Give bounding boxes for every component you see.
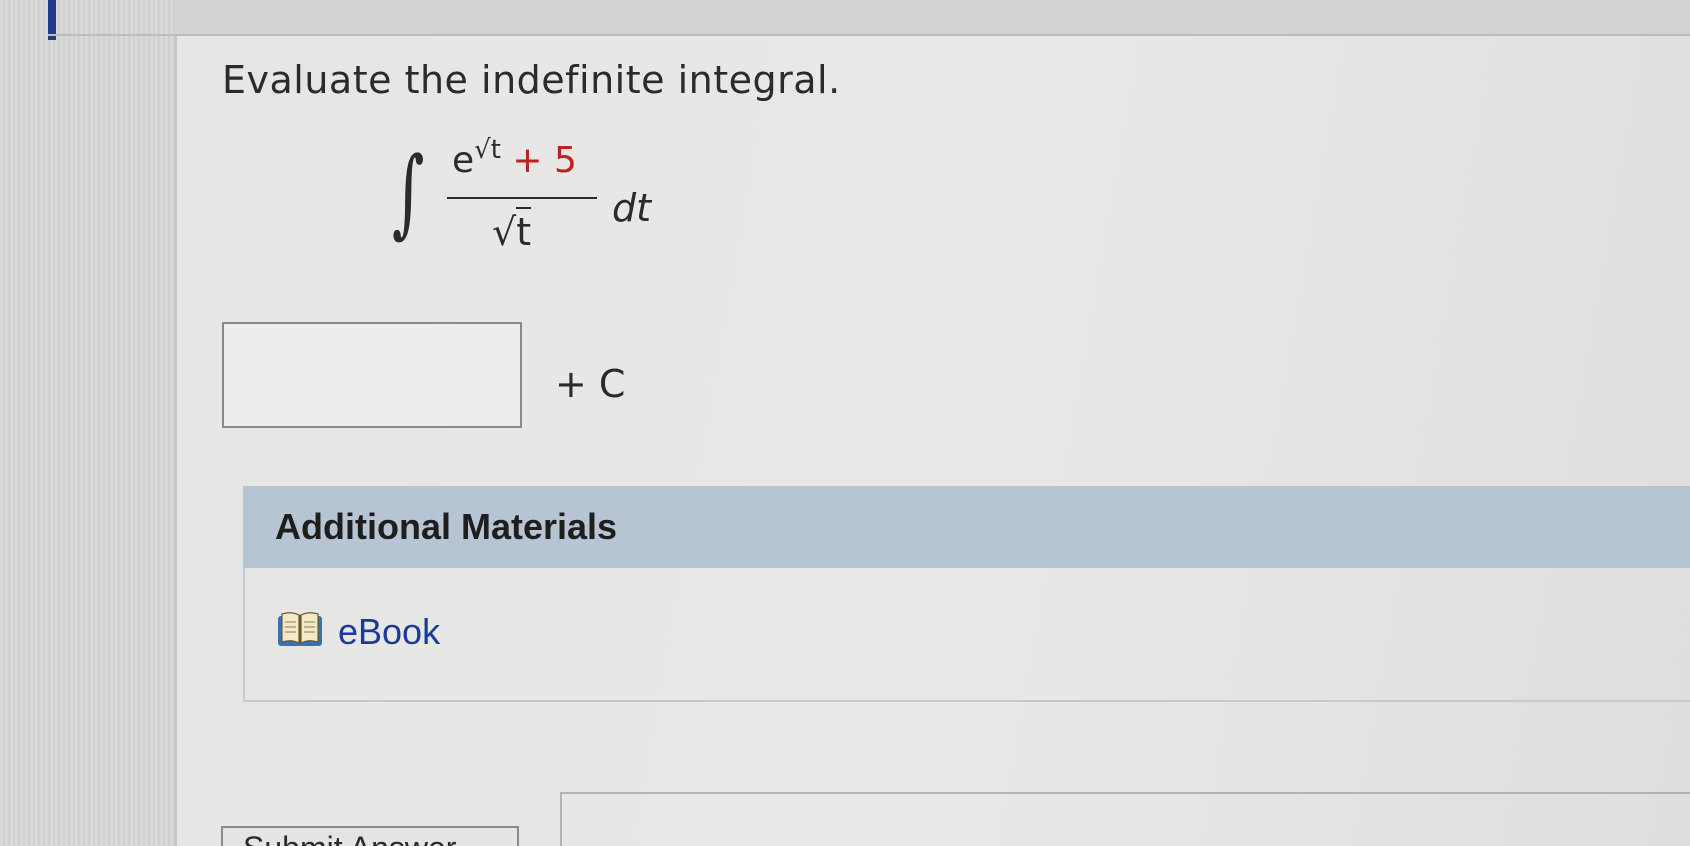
side-panel (560, 792, 1690, 846)
answer-input[interactable] (222, 322, 522, 428)
numerator-base: e (452, 140, 475, 181)
radical-sign: √ (492, 210, 517, 254)
integral-numerator: e√t + 5 (452, 135, 577, 181)
fraction-bar (447, 197, 597, 199)
book-icon (276, 610, 324, 654)
additional-materials-header: Additional Materials (243, 486, 1690, 568)
submit-answer-button[interactable]: Submit Answer (221, 826, 519, 846)
integral-sign: ∫ (392, 136, 425, 248)
ebook-link[interactable]: eBook (276, 610, 440, 654)
constant-of-integration: + C (555, 362, 626, 406)
differential: dt (612, 186, 652, 230)
numerator-constant: + 5 (512, 140, 577, 181)
additional-materials-body (243, 568, 1690, 702)
integral-denominator: √t (492, 207, 532, 254)
left-gutter (0, 0, 175, 846)
numerator-exponent: √t (474, 135, 501, 165)
question-prompt: Evaluate the indefinite integral. (222, 58, 841, 102)
ebook-label: eBook (338, 611, 441, 652)
additional-materials-title: Additional Materials (275, 506, 618, 547)
radicand: t (516, 207, 532, 254)
